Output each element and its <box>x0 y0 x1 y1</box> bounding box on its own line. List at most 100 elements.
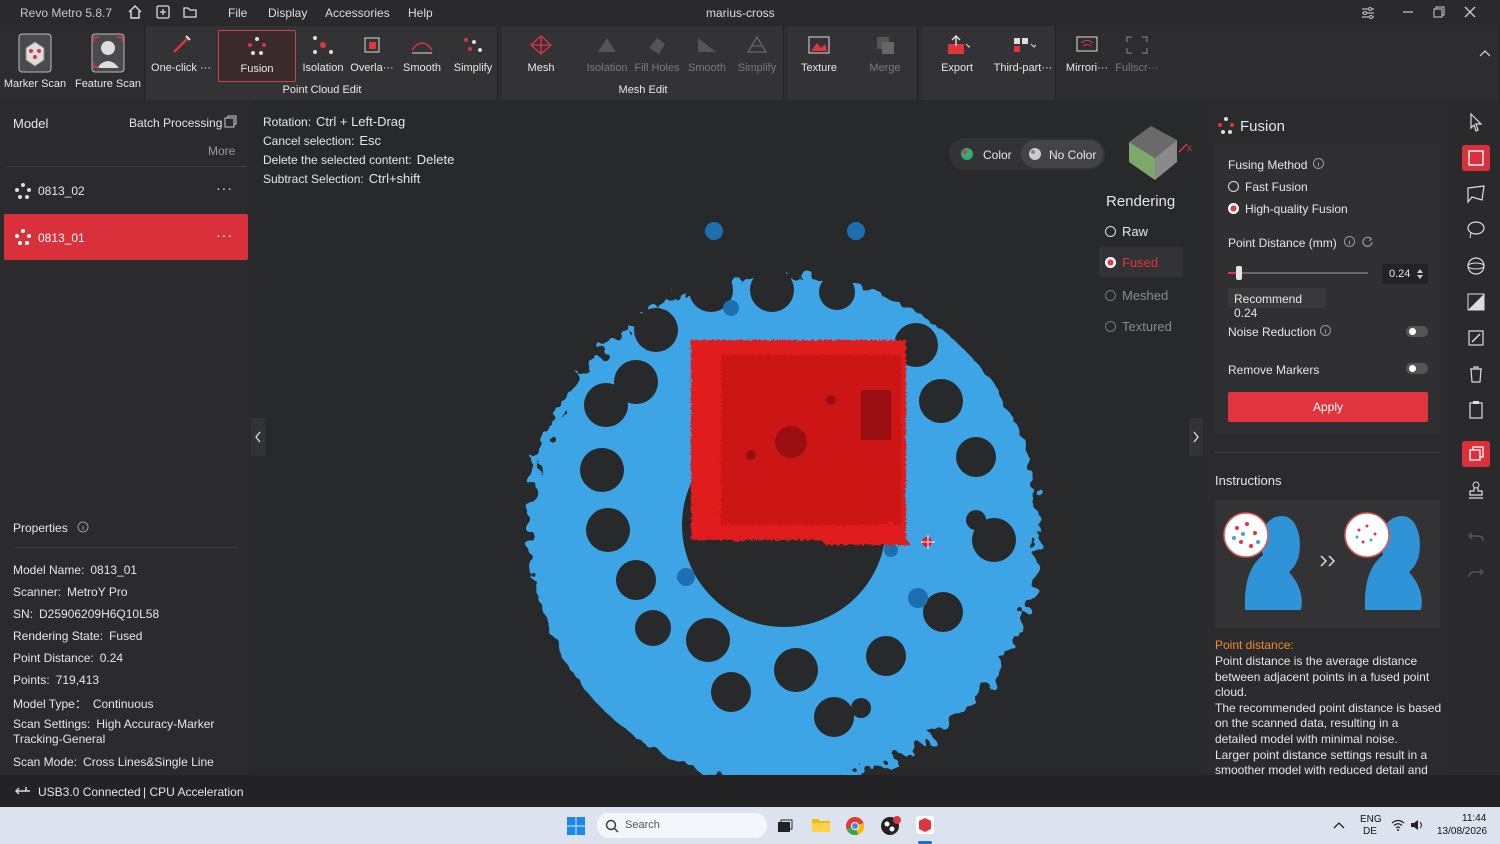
invert-select-tool[interactable] <box>1462 325 1490 351</box>
merge-button[interactable]: Merge <box>860 30 910 82</box>
export-button[interactable]: Export <box>928 30 986 82</box>
lasso-select-tool[interactable] <box>1462 217 1490 243</box>
mesh-smooth-button[interactable]: Smooth <box>682 30 732 82</box>
wand-icon <box>173 35 191 53</box>
3d-viewport[interactable]: Rotation: Ctrl + Left-Drag Cancel selectio… <box>251 100 1204 775</box>
chevron-up-icon[interactable] <box>1333 821 1345 829</box>
model-more-menu[interactable]: ··· <box>216 180 233 196</box>
texture-button[interactable]: Texture <box>794 30 844 82</box>
slider-thumb[interactable] <box>1236 266 1243 280</box>
spinner-arrows-icon[interactable] <box>1416 267 1424 281</box>
color-option[interactable]: Color <box>983 148 1012 162</box>
windows-start-icon[interactable] <box>566 816 586 836</box>
home-icon[interactable] <box>127 4 143 20</box>
chrome-icon[interactable] <box>845 816 865 836</box>
no-color-option[interactable]: No Color <box>1021 140 1103 168</box>
high-quality-fusion-option[interactable]: High-quality Fusion <box>1228 202 1348 216</box>
model-item-0813-01[interactable]: 0813_01 ··· <box>4 214 248 260</box>
more-button[interactable]: More <box>208 144 235 158</box>
collapse-right-button[interactable] <box>1189 418 1203 456</box>
remove-markers-toggle[interactable] <box>1406 363 1428 374</box>
one-click-button[interactable]: One-click ··· <box>148 30 214 82</box>
radio-icon <box>1105 321 1116 332</box>
isolation-label: Isolation <box>302 62 344 74</box>
minimize-icon[interactable] <box>1401 5 1415 19</box>
property-key: Scan Settings: <box>13 717 91 731</box>
mirroring-button[interactable]: Mirrori··· <box>1062 30 1112 82</box>
plane-cut-tool[interactable] <box>1462 289 1490 315</box>
info-icon[interactable] <box>1312 157 1325 170</box>
polygon-select-tool[interactable] <box>1462 181 1490 207</box>
copy-selection-tool[interactable] <box>1462 441 1490 467</box>
point-cloud-render[interactable] <box>251 100 1204 775</box>
third-party-button[interactable]: Third-part··· <box>992 30 1054 82</box>
menu-file[interactable]: File <box>228 6 247 20</box>
model-more-menu[interactable]: ··· <box>216 227 233 243</box>
fullscreen-button[interactable]: Fullscr··· <box>1112 30 1162 82</box>
close-icon[interactable] <box>1463 5 1477 19</box>
overlap-button[interactable]: Overla··· <box>348 30 396 82</box>
noise-reduction-toggle[interactable] <box>1406 326 1428 337</box>
view-cube[interactable]: x <box>1121 122 1197 186</box>
marker-scan-button[interactable]: Marker Scan <box>2 30 68 90</box>
select-tool[interactable] <box>1462 109 1490 135</box>
menu-accessories[interactable]: Accessories <box>325 6 390 20</box>
keyboard-layout[interactable]: DE <box>1363 826 1377 837</box>
feature-scan-button[interactable]: Feature Scan <box>74 30 142 90</box>
taskbar-search[interactable]: Search <box>597 813 767 838</box>
mesh-isolation-button[interactable]: Isolation <box>582 30 632 82</box>
fill-holes-button[interactable]: Fill Holes <box>632 30 682 82</box>
batch-processing-button[interactable]: Batch Processing <box>129 116 222 130</box>
restore-icon[interactable] <box>1432 5 1446 19</box>
render-meshed[interactable]: Meshed <box>1105 288 1168 303</box>
info-icon[interactable] <box>77 521 89 533</box>
rectangle-select-tool[interactable] <box>1462 145 1490 171</box>
fusion-button[interactable]: Fusion <box>218 30 296 82</box>
fast-fusion-option[interactable]: Fast Fusion <box>1228 180 1308 194</box>
point-distance-input[interactable]: 0.24 <box>1382 264 1428 284</box>
color-toggle[interactable]: Color No Color <box>949 138 1105 170</box>
point-distance-slider[interactable] <box>1228 266 1368 280</box>
smooth-label: Smooth <box>403 62 441 74</box>
redo-button[interactable] <box>1462 559 1490 585</box>
open-folder-icon[interactable] <box>182 4 198 20</box>
task-view-icon[interactable] <box>776 817 794 835</box>
language-code[interactable]: ENG <box>1360 814 1382 825</box>
fill-holes-icon <box>649 38 665 54</box>
apply-button[interactable]: Apply <box>1228 392 1428 422</box>
clock-time[interactable]: 11:44 <box>1462 813 1486 824</box>
settings-sliders-icon[interactable] <box>1360 5 1376 21</box>
model-item-0813-02[interactable]: 0813_02 ··· <box>4 168 248 212</box>
menu-display[interactable]: Display <box>268 6 307 20</box>
sphere-select-tool[interactable] <box>1462 253 1490 279</box>
paste-tool[interactable] <box>1462 397 1490 423</box>
file-explorer-icon[interactable] <box>811 816 831 834</box>
info-icon[interactable] <box>1319 324 1332 337</box>
stamp-tool[interactable] <box>1462 477 1490 503</box>
wifi-icon[interactable] <box>1391 819 1405 831</box>
clock-date[interactable]: 13/08/2026 <box>1437 826 1487 837</box>
info-icon[interactable] <box>1343 235 1356 248</box>
delete-tool[interactable] <box>1462 361 1490 387</box>
render-raw[interactable]: Raw <box>1105 224 1148 239</box>
render-fused[interactable]: Fused <box>1099 247 1183 277</box>
collapse-left-button[interactable] <box>251 418 265 456</box>
mesh-simplify-button[interactable]: Simplify <box>732 30 782 82</box>
collapse-ribbon-icon[interactable] <box>1478 48 1492 58</box>
speaker-icon[interactable] <box>1410 819 1424 831</box>
render-textured[interactable]: Textured <box>1105 319 1172 334</box>
mesh-button[interactable]: Mesh <box>516 30 566 82</box>
refresh-icon[interactable] <box>1361 235 1374 248</box>
title-bar: Revo Metro 5.8.7 File Display Accessorie… <box>0 0 1500 26</box>
new-project-icon[interactable] <box>155 4 171 20</box>
smooth-button[interactable]: Smooth <box>398 30 446 82</box>
mesh-simplify-icon <box>746 35 768 53</box>
revo-metro-app-icon[interactable] <box>915 815 935 835</box>
menu-help[interactable]: Help <box>408 6 433 20</box>
batch-copy-icon[interactable] <box>224 115 237 128</box>
obs-icon[interactable] <box>880 815 902 837</box>
undo-button[interactable] <box>1462 523 1490 549</box>
isolation-button[interactable]: Isolation <box>298 30 348 82</box>
simplify-button[interactable]: Simplify <box>448 30 498 82</box>
info-line: cloud. <box>1215 685 1248 700</box>
